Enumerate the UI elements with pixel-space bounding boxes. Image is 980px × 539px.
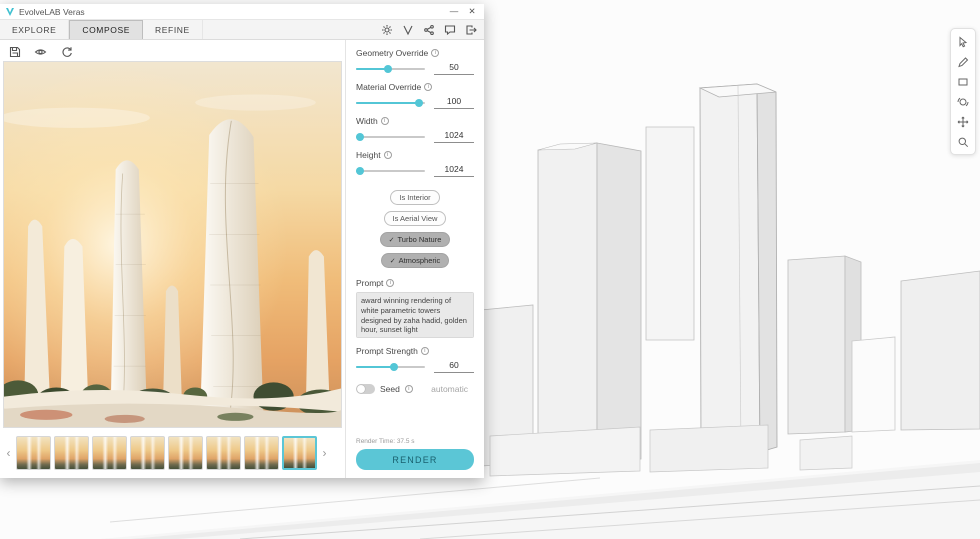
info-icon[interactable]: i bbox=[383, 151, 392, 159]
preview-toolbar bbox=[3, 42, 342, 61]
seed-toggle[interactable] bbox=[356, 384, 375, 394]
tab-refine[interactable]: REFINE bbox=[143, 20, 203, 39]
settings-panel: Geometry Override i 50 Material Override… bbox=[345, 40, 484, 478]
titlebar[interactable]: EvolveLAB Veras — ✕ bbox=[0, 4, 484, 20]
render-time-text: Render Time: 37.5 s bbox=[356, 438, 415, 445]
chip-is-interior[interactable]: Is Interior bbox=[390, 190, 440, 205]
check-icon: ✓ bbox=[389, 257, 396, 265]
tab-explore[interactable]: EXPLORE bbox=[0, 20, 70, 39]
select-tool-icon[interactable] bbox=[953, 33, 973, 50]
thumbnail-7[interactable] bbox=[244, 436, 279, 470]
prompt-strength-label: Prompt Strength bbox=[356, 346, 418, 356]
geometry-override-control: Geometry Override i 50 bbox=[356, 48, 474, 75]
window-title: EvolveLAB Veras bbox=[19, 6, 85, 17]
preview-scene-graphic bbox=[4, 62, 341, 427]
width-slider[interactable] bbox=[356, 132, 425, 142]
chip-label: Atmospheric bbox=[398, 256, 441, 265]
geometry-override-slider[interactable] bbox=[356, 64, 425, 74]
seed-label: Seed bbox=[380, 384, 400, 394]
save-icon[interactable] bbox=[7, 44, 22, 59]
settings-gear-icon[interactable] bbox=[380, 23, 393, 36]
info-icon[interactable]: i bbox=[380, 117, 389, 125]
thumbnail-3[interactable] bbox=[92, 436, 127, 470]
prompt-label: Prompt bbox=[356, 278, 384, 288]
height-control: Height i 1024 bbox=[356, 150, 474, 177]
prev-thumbnails-button[interactable]: ‹ bbox=[4, 446, 13, 460]
seed-value[interactable]: automatic bbox=[431, 384, 474, 394]
render-button[interactable]: RENDER bbox=[356, 449, 474, 470]
thumbnail-4[interactable] bbox=[130, 436, 165, 470]
check-icon: ✓ bbox=[388, 236, 395, 244]
thumbnail-2[interactable] bbox=[54, 436, 89, 470]
pencil-tool-icon[interactable] bbox=[953, 53, 973, 70]
veras-logo-icon bbox=[6, 7, 14, 16]
viewport-toolbar bbox=[950, 28, 976, 155]
render-preview bbox=[3, 61, 342, 428]
veras-window: EvolveLAB Veras — ✕ EXPLORE COMPOSE REFI… bbox=[0, 4, 484, 478]
style-chips: Is Interior Is Aerial View ✓ Turbo Natur… bbox=[356, 190, 474, 268]
prompt-strength-control: Prompt Strength i 60 bbox=[356, 346, 474, 373]
height-label: Height bbox=[356, 150, 381, 160]
chip-label: Is Interior bbox=[399, 193, 431, 202]
screen: EvolveLAB Veras — ✕ EXPLORE COMPOSE REFI… bbox=[0, 0, 980, 539]
thumbnail-8[interactable] bbox=[282, 436, 317, 470]
share-nodes-icon[interactable] bbox=[422, 23, 435, 36]
geometry-override-value[interactable]: 50 bbox=[434, 62, 474, 75]
info-icon[interactable]: i bbox=[431, 49, 440, 57]
prompt-strength-slider[interactable] bbox=[356, 362, 425, 372]
info-icon[interactable]: i bbox=[404, 385, 413, 393]
height-slider[interactable] bbox=[356, 166, 425, 176]
thumbnail-strip: ‹ › bbox=[3, 431, 342, 475]
seed-control: Seed i automatic bbox=[356, 384, 474, 394]
thumbnail-1[interactable] bbox=[16, 436, 51, 470]
chip-atmospheric[interactable]: ✓ Atmospheric bbox=[380, 253, 450, 268]
prompt-input[interactable]: award winning rendering of white paramet… bbox=[356, 292, 474, 338]
close-button[interactable]: ✕ bbox=[465, 4, 479, 19]
veras-v-icon[interactable] bbox=[401, 23, 414, 36]
thumbnail-6[interactable] bbox=[206, 436, 241, 470]
refresh-icon[interactable] bbox=[59, 44, 74, 59]
info-icon[interactable]: i bbox=[420, 347, 429, 355]
pan-tool-icon[interactable] bbox=[953, 113, 973, 130]
minimize-button[interactable]: — bbox=[447, 4, 461, 19]
visibility-eye-icon[interactable] bbox=[33, 44, 48, 59]
next-thumbnails-button[interactable]: › bbox=[320, 446, 329, 460]
feedback-chat-icon[interactable] bbox=[443, 23, 456, 36]
export-icon[interactable] bbox=[464, 23, 477, 36]
chip-label: Is Aerial View bbox=[392, 214, 438, 223]
info-icon[interactable]: i bbox=[386, 279, 395, 287]
zoom-tool-icon[interactable] bbox=[953, 133, 973, 150]
chip-turbo-nature[interactable]: ✓ Turbo Nature bbox=[379, 232, 451, 247]
height-value[interactable]: 1024 bbox=[434, 164, 474, 177]
thumbnail-5[interactable] bbox=[168, 436, 203, 470]
orbit-tool-icon[interactable] bbox=[953, 93, 973, 110]
preview-pane: ‹ › bbox=[0, 40, 345, 478]
width-value[interactable]: 1024 bbox=[434, 130, 474, 143]
material-override-slider[interactable] bbox=[356, 98, 425, 108]
material-override-value[interactable]: 100 bbox=[434, 96, 474, 109]
tab-compose[interactable]: COMPOSE bbox=[69, 20, 144, 39]
width-control: Width i 1024 bbox=[356, 116, 474, 143]
material-override-control: Material Override i 100 bbox=[356, 82, 474, 109]
rectangle-tool-icon[interactable] bbox=[953, 73, 973, 90]
tab-bar: EXPLORE COMPOSE REFINE bbox=[0, 20, 484, 40]
chip-is-aerial-view[interactable]: Is Aerial View bbox=[383, 211, 447, 226]
geometry-override-label: Geometry Override bbox=[356, 48, 429, 58]
width-label: Width bbox=[356, 116, 378, 126]
material-override-label: Material Override bbox=[356, 82, 422, 92]
info-icon[interactable]: i bbox=[424, 83, 433, 91]
prompt-strength-value[interactable]: 60 bbox=[434, 360, 474, 373]
chip-label: Turbo Nature bbox=[397, 235, 442, 244]
